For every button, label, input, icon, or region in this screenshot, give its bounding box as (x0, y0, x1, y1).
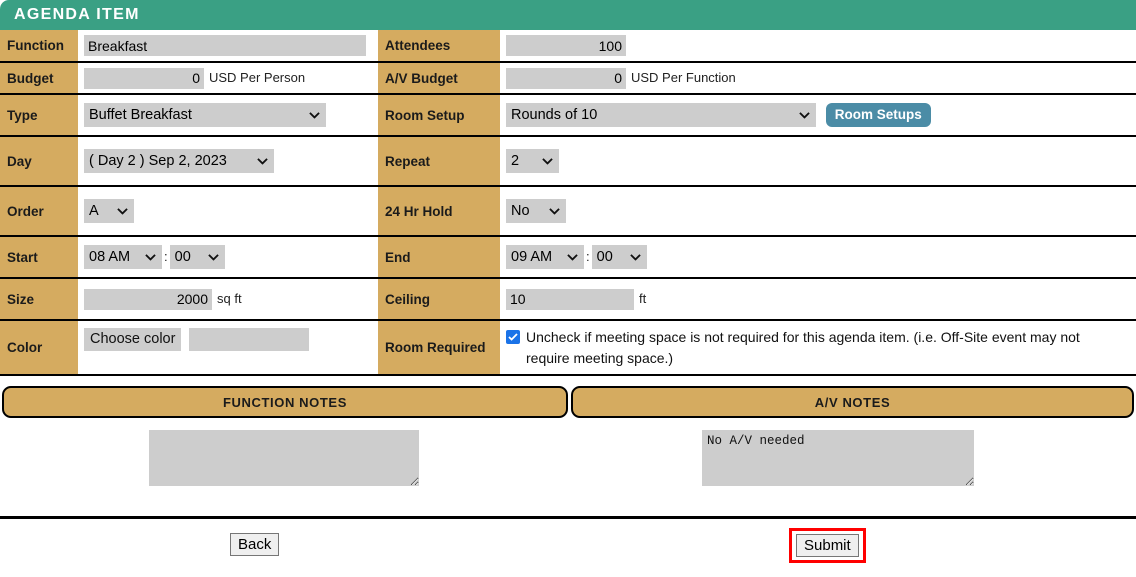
start-minute-select[interactable]: 00 (169, 245, 225, 269)
room-required-checkbox[interactable] (506, 329, 520, 344)
cell-ceiling-value: ft (500, 278, 1136, 320)
label-order: Order (0, 186, 78, 236)
room-required-text: Uncheck if meeting space is not required… (526, 328, 1080, 366)
label-color: Color (0, 320, 78, 375)
function-input[interactable] (84, 35, 366, 56)
agenda-item-form: Function Attendees Budget USD Per Person… (0, 30, 1136, 376)
start-hour-select[interactable]: 08 AM (84, 245, 162, 269)
hold-24hr-select[interactable]: No (506, 199, 566, 223)
cell-budget-value: USD Per Person (78, 62, 378, 94)
hold-24hr-select-wrap: No (506, 199, 566, 223)
label-start: Start (0, 236, 78, 278)
label-attendees: Attendees (378, 30, 500, 62)
cell-room-setup-value: Rounds of 10 Room Setups (500, 94, 1136, 136)
window-title-bar: AGENDA ITEM (0, 0, 1136, 30)
row-color: Color Choose color Room Required Uncheck… (0, 320, 1136, 375)
size-input[interactable] (84, 288, 212, 310)
av-budget-input[interactable] (506, 67, 626, 89)
notes-tab-bar: FUNCTION NOTES A/V NOTES (0, 386, 1136, 418)
choose-color-button[interactable]: Choose color (84, 328, 182, 351)
repeat-select[interactable]: 2 (506, 149, 559, 173)
day-select[interactable]: ( Day 2 ) Sep 2, 2023 (84, 149, 274, 173)
row-type: Type Buffet Breakfast Room Setup Rounds … (0, 94, 1136, 136)
tab-av-notes[interactable]: A/V NOTES (571, 386, 1134, 418)
order-select-wrap: A (84, 199, 134, 223)
end-hour-select[interactable]: 09 AM (506, 245, 584, 269)
label-24hr-hold: 24 Hr Hold (378, 186, 500, 236)
cell-color-value: Choose color (78, 320, 378, 375)
label-repeat: Repeat (378, 136, 500, 186)
ceiling-input[interactable] (506, 288, 634, 310)
start-time-separator: : (164, 248, 168, 264)
label-type: Type (0, 94, 78, 136)
cell-order-value: A (78, 186, 378, 236)
budget-input[interactable] (84, 67, 204, 89)
cell-function-value (78, 30, 378, 62)
av-budget-unit: USD Per Function (631, 69, 736, 85)
submit-button-highlight: Submit (789, 528, 866, 563)
room-setups-button[interactable]: Room Setups (825, 103, 931, 127)
label-room-required: Room Required (378, 320, 500, 375)
label-function: Function (0, 30, 78, 62)
color-swatch[interactable] (189, 328, 310, 351)
room-required-checkbox-row: Uncheck if meeting space is not required… (506, 323, 1136, 373)
label-size: Size (0, 278, 78, 320)
notes-body (0, 418, 1136, 514)
row-day: Day ( Day 2 ) Sep 2, 2023 Repeat 2 (0, 136, 1136, 186)
row-order: Order A 24 Hr Hold No (0, 186, 1136, 236)
budget-unit: USD Per Person (209, 69, 306, 85)
type-select[interactable]: Buffet Breakfast (84, 103, 326, 127)
label-day: Day (0, 136, 78, 186)
label-av-budget: A/V Budget (378, 62, 500, 94)
repeat-select-wrap: 2 (506, 149, 559, 173)
cell-av-budget-value: USD Per Function (500, 62, 1136, 94)
check-icon (508, 332, 518, 341)
row-size: Size sq ft Ceiling ft (0, 278, 1136, 320)
av-notes-col (568, 418, 1136, 514)
end-time-separator: : (586, 248, 590, 264)
label-room-setup: Room Setup (378, 94, 500, 136)
start-minute-select-wrap: 00 (169, 245, 225, 269)
tab-function-notes[interactable]: FUNCTION NOTES (2, 386, 568, 418)
row-budget: Budget USD Per Person A/V Budget USD Per… (0, 62, 1136, 94)
function-notes-col (0, 418, 568, 514)
cell-day-value: ( Day 2 ) Sep 2, 2023 (78, 136, 378, 186)
label-end: End (378, 236, 500, 278)
start-hour-select-wrap: 08 AM (84, 245, 162, 269)
submit-button[interactable]: Submit (796, 534, 859, 557)
label-budget: Budget (0, 62, 78, 94)
cell-24hr-hold-value: No (500, 186, 1136, 236)
room-setup-select-wrap: Rounds of 10 (506, 103, 816, 127)
page-title: AGENDA ITEM (14, 6, 140, 23)
function-notes-textarea[interactable] (149, 430, 419, 486)
cell-start-value: 08 AM : 00 (78, 236, 378, 278)
order-select[interactable]: A (84, 199, 134, 223)
size-unit: sq ft (217, 290, 242, 306)
row-function: Function Attendees (0, 30, 1136, 62)
end-hour-select-wrap: 09 AM (506, 245, 584, 269)
ceiling-unit: ft (639, 290, 647, 306)
type-select-wrap: Buffet Breakfast (84, 103, 326, 127)
day-select-wrap: ( Day 2 ) Sep 2, 2023 (84, 149, 274, 173)
cell-type-value: Buffet Breakfast (78, 94, 378, 136)
attendees-input[interactable] (506, 35, 626, 56)
end-minute-select-wrap: 00 (591, 245, 647, 269)
cell-size-value: sq ft (78, 278, 378, 320)
footer-actions: Back Submit (0, 519, 1136, 567)
end-minute-select[interactable]: 00 (591, 245, 647, 269)
cell-end-value: 09 AM : 00 (500, 236, 1136, 278)
av-notes-textarea[interactable] (702, 430, 974, 486)
back-button[interactable]: Back (230, 533, 280, 556)
room-setup-select[interactable]: Rounds of 10 (506, 103, 816, 127)
row-start-end: Start 08 AM : 00 End 09 AM: 00 (0, 236, 1136, 278)
label-ceiling: Ceiling (378, 278, 500, 320)
cell-attendees-value (500, 30, 1136, 62)
cell-repeat-value: 2 (500, 136, 1136, 186)
cell-room-required-value: Uncheck if meeting space is not required… (500, 320, 1136, 375)
